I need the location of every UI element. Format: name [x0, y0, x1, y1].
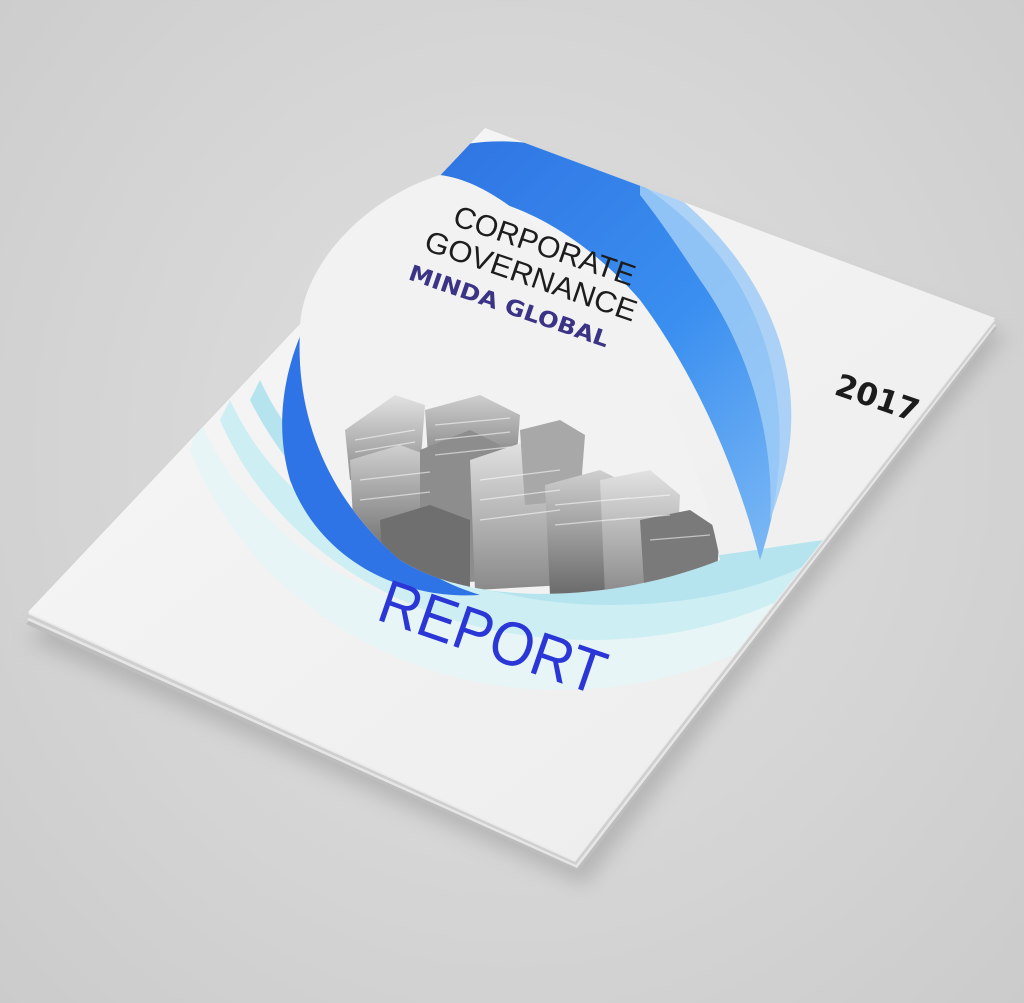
booklet-mockup: CORPORATE GOVERNANCE MINDA GLOBAL 2017 R… — [26, 128, 1005, 885]
photo-scene: CORPORATE GOVERNANCE MINDA GLOBAL 2017 R… — [0, 0, 1024, 1003]
